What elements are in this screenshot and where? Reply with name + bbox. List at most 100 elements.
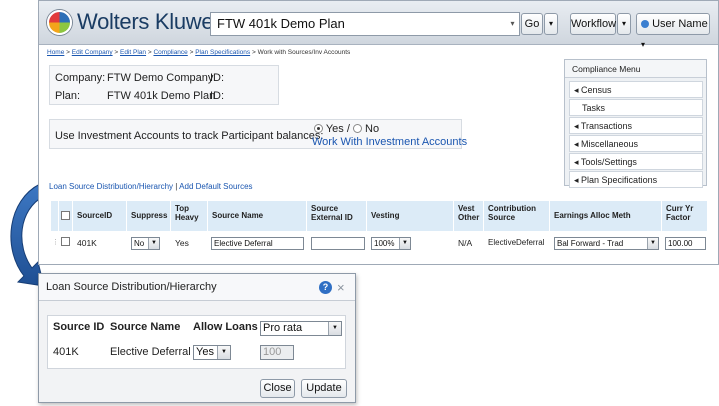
row-select: [59, 234, 73, 252]
breadcrumb-edit-company[interactable]: Edit Company: [72, 49, 113, 56]
row-checkbox[interactable]: [61, 237, 70, 246]
chevron-down-icon: ▼: [328, 322, 341, 335]
breadcrumb-compliance[interactable]: Compliance: [153, 49, 187, 56]
breadcrumb-sep: >: [189, 49, 194, 56]
grid-header-select: [59, 201, 73, 231]
menu-item-plan-specifications[interactable]: ◂ Plan Specifications: [569, 171, 703, 188]
header-curr-yr-factor[interactable]: Curr Yr Factor: [662, 201, 708, 231]
chevron-down-icon: ▼: [217, 346, 230, 359]
plan-dropdown-icon[interactable]: ▾: [506, 12, 520, 36]
cell-sourceid: 401K: [77, 238, 97, 248]
company-value: FTW Demo Company: [107, 72, 214, 84]
menu-item-transactions[interactable]: ◂ Transactions: [569, 117, 703, 134]
cell-vest-other: N/A: [458, 238, 473, 248]
breadcrumb-home[interactable]: Home: [47, 49, 64, 56]
header-allow-loans: Allow Loans: [193, 321, 258, 333]
company-plan-info: Company: FTW Demo Company ID: Plan: FTW …: [49, 65, 279, 105]
loan-source-distribution-link[interactable]: Loan Source Distribution/Hierarchy: [49, 182, 173, 191]
header-source-name: Source Name: [110, 321, 181, 333]
caret-left-icon: ◂: [574, 175, 582, 185]
main-window: Wolters Kluwer ▾ FTW 401k Demo Plan ▾ Go…: [38, 0, 719, 265]
compliance-menu-title: Compliance Menu: [565, 60, 706, 78]
vesting-select[interactable]: 100% ▼: [371, 237, 411, 250]
header-top-heavy[interactable]: Top Heavy: [171, 201, 208, 231]
dialog-title-bar: Loan Source Distribution/Hierarchy ? ×: [39, 274, 355, 301]
plan-value: FTW 401k Demo Plan: [107, 90, 216, 102]
breadcrumb-sep: >: [66, 49, 70, 56]
drag-handle-icon[interactable]: ⋮: [51, 234, 59, 252]
chevron-down-icon: ▼: [399, 238, 410, 249]
close-icon[interactable]: ×: [337, 274, 345, 301]
chevron-down-icon: ▼: [647, 238, 658, 249]
no-label: No: [365, 123, 380, 135]
no-radio[interactable]: [352, 124, 362, 133]
breadcrumb-sep: >: [147, 49, 152, 56]
distribution-method-select[interactable]: Pro rata ▼: [260, 321, 342, 336]
menu-item-miscellaneous[interactable]: ◂ Miscellaneous: [569, 135, 703, 152]
suppress-select[interactable]: No ▼: [131, 237, 160, 250]
user-status-icon: [641, 20, 649, 28]
help-icon[interactable]: ?: [319, 281, 332, 294]
go-button[interactable]: Go: [521, 13, 543, 35]
breadcrumb-sep: >: [114, 49, 119, 56]
menu-item-tools-settings[interactable]: ◂ Tools/Settings: [569, 153, 703, 170]
breadcrumb-plan-specifications[interactable]: Plan Specifications: [195, 49, 250, 56]
loan-source-table: Source ID Source Name Allow Loans Pro ra…: [47, 315, 346, 369]
globe-logo-icon: [47, 10, 72, 35]
loan-percentage-input[interactable]: 100: [260, 345, 294, 360]
source-external-id-input[interactable]: [311, 237, 365, 250]
curr-yr-factor-input[interactable]: 100.00: [665, 237, 706, 250]
header-vest-other[interactable]: Vest Other: [454, 201, 484, 231]
allow-loans-select[interactable]: Yes ▼: [193, 345, 231, 360]
menu-item-census[interactable]: ◂ Census: [569, 81, 703, 98]
dialog-title: Loan Source Distribution/Hierarchy: [46, 281, 217, 293]
header-vesting[interactable]: Vesting: [367, 201, 454, 231]
link-separator: |: [175, 182, 178, 191]
caret-left-icon: ◂: [574, 157, 581, 167]
header-source-external-id[interactable]: Source External ID: [307, 201, 367, 231]
logo-text: Wolters Kluwer: [77, 9, 221, 34]
header-suppress[interactable]: Suppress: [127, 201, 171, 231]
loan-source-dialog: Loan Source Distribution/Hierarchy ? × S…: [38, 273, 356, 403]
source-links: Loan Source Distribution/Hierarchy | Add…: [49, 182, 253, 191]
workflow-button[interactable]: Workflow: [570, 13, 616, 35]
update-button[interactable]: Update: [301, 379, 347, 398]
close-button[interactable]: Close: [260, 379, 295, 398]
work-with-investment-accounts-link[interactable]: Work With Investment Accounts: [312, 136, 467, 148]
header-source-id: Source ID: [53, 321, 105, 333]
user-menu-button[interactable]: User Name ▾: [636, 13, 710, 49]
workflow-dropdown-icon[interactable]: ▾: [617, 13, 631, 35]
header-sourceid[interactable]: SourceID: [73, 201, 127, 231]
select-all-checkbox[interactable]: [61, 211, 70, 220]
caret-left-icon: ◂: [574, 85, 582, 95]
header-contribution-source[interactable]: Contribution Source: [484, 201, 550, 231]
plan-id-label: ID:: [210, 90, 225, 102]
company-id-label: ID:: [210, 72, 225, 84]
sources-grid: SourceID Suppress Top Heavy Source Name …: [51, 201, 708, 254]
plan-select[interactable]: FTW 401k Demo Plan: [210, 12, 516, 36]
header-source-name[interactable]: Source Name: [208, 201, 307, 231]
earnings-alloc-select[interactable]: Bal Forward - Trad ▼: [554, 237, 659, 250]
cell-contribution-source: ElectiveDeferral: [488, 238, 545, 247]
investment-question: Use Investment Accounts to track Partici…: [55, 130, 324, 142]
source-name-input[interactable]: Elective Deferral: [211, 237, 304, 250]
investment-accounts-box: Use Investment Accounts to track Partici…: [49, 119, 467, 149]
user-name-label: User Name: [652, 18, 708, 30]
compliance-menu: Compliance Menu ◂ Census Tasks ◂ Transac…: [564, 59, 707, 188]
breadcrumb-current: Work with Sources/Inv Accounts: [257, 49, 351, 56]
breadcrumb-edit-plan[interactable]: Edit Plan: [120, 49, 146, 56]
go-dropdown-icon[interactable]: ▾: [544, 13, 558, 35]
breadcrumb: Home > Edit Company > Edit Plan > Compli…: [47, 49, 350, 56]
top-bar: Wolters Kluwer ▾ FTW 401k Demo Plan ▾ Go…: [39, 1, 718, 49]
cell-source-id: 401K: [53, 346, 79, 358]
add-default-sources-link[interactable]: Add Default Sources: [179, 182, 252, 191]
header-earnings-alloc-meth[interactable]: Earnings Alloc Meth: [550, 201, 662, 231]
plan-label: Plan:: [55, 90, 81, 102]
breadcrumb-sep: >: [251, 49, 256, 56]
cell-source-name: Elective Deferral: [110, 346, 191, 358]
caret-left-icon: ◂: [574, 139, 582, 149]
menu-item-tasks[interactable]: Tasks: [569, 99, 703, 116]
cell-top-heavy: Yes: [175, 238, 189, 248]
yes-radio[interactable]: [314, 124, 323, 133]
company-label: Company:: [55, 72, 106, 84]
